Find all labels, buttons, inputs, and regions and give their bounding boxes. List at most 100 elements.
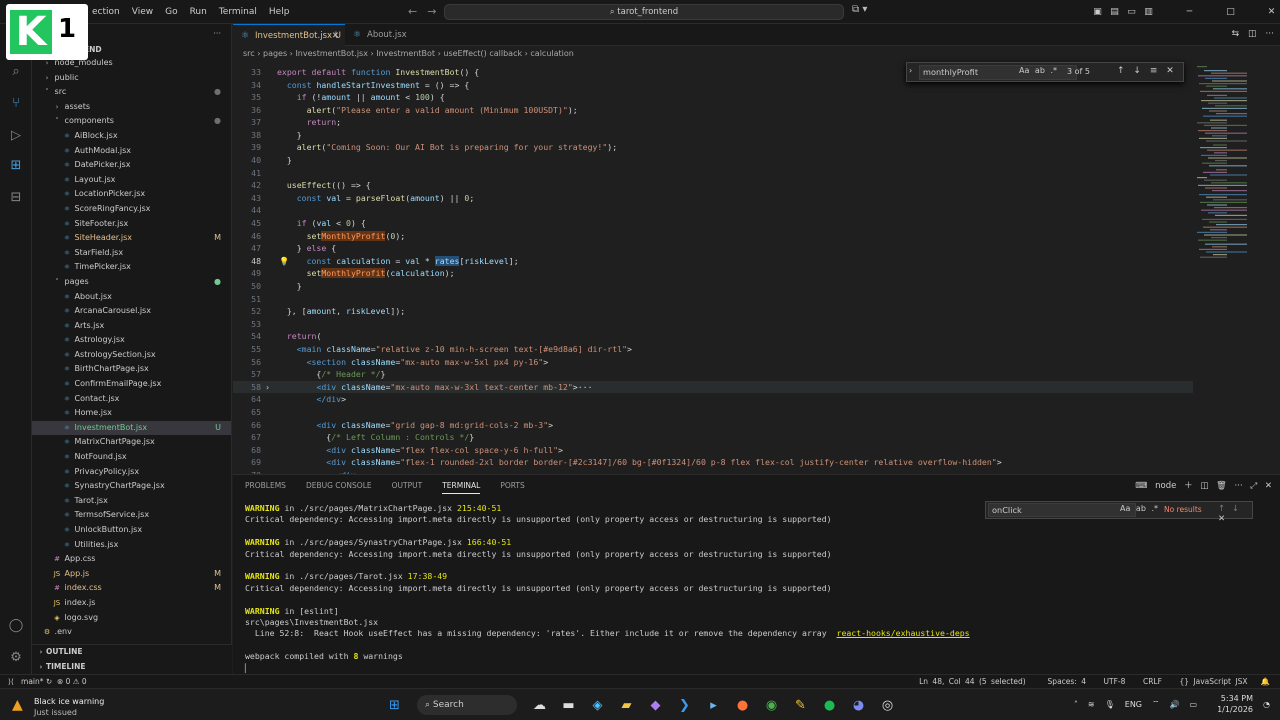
mic-icon[interactable]: 🎙 xyxy=(1105,700,1115,709)
tree-item[interactable]: › public xyxy=(32,71,231,86)
code-line[interactable]: 45 if (val < 0) { xyxy=(233,217,1193,230)
breadcrumb-item[interactable]: InvestmentBot xyxy=(376,49,435,58)
gear-icon[interactable]: ⚙ xyxy=(0,650,32,665)
run-debug-icon[interactable]: ▷ xyxy=(0,128,32,143)
tree-item[interactable]: ⚛ NotFound.jsx xyxy=(32,450,231,465)
tree-item[interactable]: › assets xyxy=(32,100,231,115)
code-line[interactable]: 55 <main className="relative z-10 min-h-… xyxy=(233,343,1193,356)
tree-item[interactable]: ⚛ Contact.jsx xyxy=(32,392,231,407)
breadcrumb-item[interactable]: InvestmentBot.jsx xyxy=(295,49,368,58)
code-line[interactable]: 52 }, [amount, riskLevel]); xyxy=(233,305,1193,318)
problems-count[interactable]: ⊗ 0 ⚠ 0 xyxy=(57,677,87,686)
powershell-icon[interactable]: ▸ xyxy=(699,698,728,713)
arrow-up-icon[interactable]: ↑ xyxy=(1218,504,1225,514)
tree-item[interactable]: ⚛ TermsofService.jsx xyxy=(32,508,231,523)
tree-item[interactable]: ⚛ SiteHeader.jsx M xyxy=(32,231,231,246)
code-line[interactable]: 53 xyxy=(233,318,1193,331)
tree-item[interactable]: ⚙ .env xyxy=(32,625,231,640)
fold-chevron-icon[interactable]: › xyxy=(265,381,270,394)
account-icon[interactable]: ◯ xyxy=(0,618,32,633)
tree-item[interactable]: ⚛ Utilities.jsx xyxy=(32,538,231,553)
file-explorer-icon[interactable]: ▬ xyxy=(554,698,583,713)
code-line[interactable]: 43 const val = parseFloat(amount) || 0; xyxy=(233,192,1193,205)
code-line[interactable]: 48 💡 const calculation = val * rates[risk… xyxy=(233,255,1193,268)
code-line[interactable]: 68 <div className="flex flex-col space-y… xyxy=(233,444,1193,457)
terminal-find-input[interactable]: onClick xyxy=(988,503,1136,517)
more-icon[interactable]: ··· xyxy=(1265,29,1274,39)
code-line[interactable]: 51 xyxy=(233,293,1193,306)
code-line[interactable]: 37 return; xyxy=(233,116,1193,129)
language-mode[interactable]: {} JavaScript JSX xyxy=(1179,677,1247,686)
more-icon[interactable]: ··· xyxy=(213,24,221,44)
breadcrumb-item[interactable]: pages xyxy=(263,49,287,58)
tree-item[interactable]: # App.css xyxy=(32,552,231,567)
terminal-shell[interactable]: node xyxy=(1155,481,1176,491)
code-line[interactable]: 58 › <div className="mx-auto max-w-3xl te… xyxy=(233,380,1193,394)
code-line[interactable]: 47 } else { xyxy=(233,242,1193,255)
source-control-icon[interactable]: ⑂ xyxy=(0,96,32,111)
panel-tab-problems[interactable]: PROBLEMS xyxy=(245,481,286,490)
tree-item[interactable]: ⚛ AuthModal.jsx xyxy=(32,144,231,159)
tree-item[interactable]: ⚛ ScoreRingFancy.jsx xyxy=(32,202,231,217)
trash-icon[interactable]: 🗑 xyxy=(1216,481,1227,491)
code-line[interactable]: 42 useEffect(() => { xyxy=(233,179,1193,192)
code-line[interactable]: 40 } xyxy=(233,154,1193,167)
line-ending[interactable]: CRLF xyxy=(1143,677,1162,686)
extensions-icon[interactable]: ⊞ xyxy=(0,158,32,173)
encoding[interactable]: UTF-8 xyxy=(1104,677,1126,686)
tree-item[interactable]: ⚛ ArcanaCarousel.jsx xyxy=(32,304,231,319)
remote-icon[interactable]: ⊟ xyxy=(0,190,32,205)
tree-item[interactable]: ⚛ UnlockButton.jsx xyxy=(32,523,231,538)
lint-rule-link[interactable]: react-hooks/exhaustive-deps xyxy=(837,628,970,638)
tree-item[interactable]: ⚛ MatrixChartPage.jsx xyxy=(32,435,231,450)
compare-icon[interactable]: ⇆ xyxy=(1232,29,1240,39)
minimize-icon[interactable]: ─ xyxy=(1181,7,1198,17)
clock[interactable]: 5:34 PM 1/1/2026 xyxy=(1207,693,1253,715)
tree-item[interactable]: ⚛ LocationPicker.jsx xyxy=(32,187,231,202)
back-arrow-icon[interactable]: ← xyxy=(408,5,417,18)
language-indicator[interactable]: ENG xyxy=(1125,700,1142,709)
panel-tab-debug-console[interactable]: DEBUG CONSOLE xyxy=(306,481,372,490)
remote-icon[interactable]: ⟩⟨ xyxy=(8,677,14,686)
discord-icon[interactable]: ◕ xyxy=(844,698,873,713)
tree-item[interactable]: ⚛ Arts.jsx xyxy=(32,319,231,334)
code-line[interactable]: 64 </div> xyxy=(233,393,1193,406)
find-in-selection-icon[interactable]: ≡ xyxy=(1150,66,1158,76)
panel-tab-output[interactable]: OUTPUT xyxy=(392,481,423,490)
plus-icon[interactable]: ＋ xyxy=(1184,481,1193,491)
tree-item[interactable]: JS App.js M xyxy=(32,567,231,582)
code-line[interactable]: 39 alert("Coming Soon: Our AI Bot is pre… xyxy=(233,141,1193,154)
spotify-icon[interactable]: ● xyxy=(815,698,844,713)
tree-item[interactable]: ⚛ AstrologySection.jsx xyxy=(32,348,231,363)
breadcrumb-item[interactable]: src xyxy=(243,49,255,58)
forward-arrow-icon[interactable]: → xyxy=(427,5,436,18)
close-icon[interactable]: ✕ xyxy=(1218,514,1225,524)
maximize-panel-icon[interactable]: ⤢ xyxy=(1250,481,1257,491)
breadcrumb-item[interactable]: calculation xyxy=(530,49,573,58)
tree-item[interactable]: ⚛ About.jsx xyxy=(32,290,231,305)
find-options[interactable]: Aa ab .* xyxy=(1120,504,1158,513)
outline-header[interactable]: › OUTLINE xyxy=(32,645,232,660)
code-line[interactable]: 38 } xyxy=(233,129,1193,142)
menu-run[interactable]: Run xyxy=(184,7,213,17)
close-icon[interactable]: ✕ xyxy=(1263,7,1280,17)
code-line[interactable]: 41 xyxy=(233,167,1193,180)
tree-item[interactable]: ⚛ SynastryChartPage.jsx xyxy=(32,479,231,494)
copilot-icon[interactable]: ⧉ ▾ xyxy=(852,4,867,15)
menu-view[interactable]: View xyxy=(126,7,159,17)
indentation[interactable]: Spaces: 4 xyxy=(1048,677,1086,686)
toggle-sidebar-icon[interactable]: ▤ xyxy=(1106,7,1123,17)
arrow-down-icon[interactable]: ↓ xyxy=(1133,66,1141,76)
search-icon[interactable]: ⌕ xyxy=(0,64,32,79)
tree-item[interactable]: ⚛ BirthChartPage.jsx xyxy=(32,362,231,377)
firefox-icon[interactable]: ● xyxy=(728,698,757,713)
toggle-replace-icon[interactable]: › xyxy=(909,66,912,75)
arrow-down-icon[interactable]: ↓ xyxy=(1232,504,1239,514)
volume-icon[interactable]: 🔊 xyxy=(1170,700,1180,709)
menu-go[interactable]: Go xyxy=(159,7,183,17)
bell-icon[interactable]: 🔔 xyxy=(1261,677,1270,686)
tree-item[interactable]: ⚛ Home.jsx xyxy=(32,406,231,421)
find-options[interactable]: Aa ab .* xyxy=(1019,66,1057,75)
chevron-up-icon[interactable]: ˄ xyxy=(1074,700,1078,709)
menu-terminal[interactable]: Terminal xyxy=(213,7,263,17)
